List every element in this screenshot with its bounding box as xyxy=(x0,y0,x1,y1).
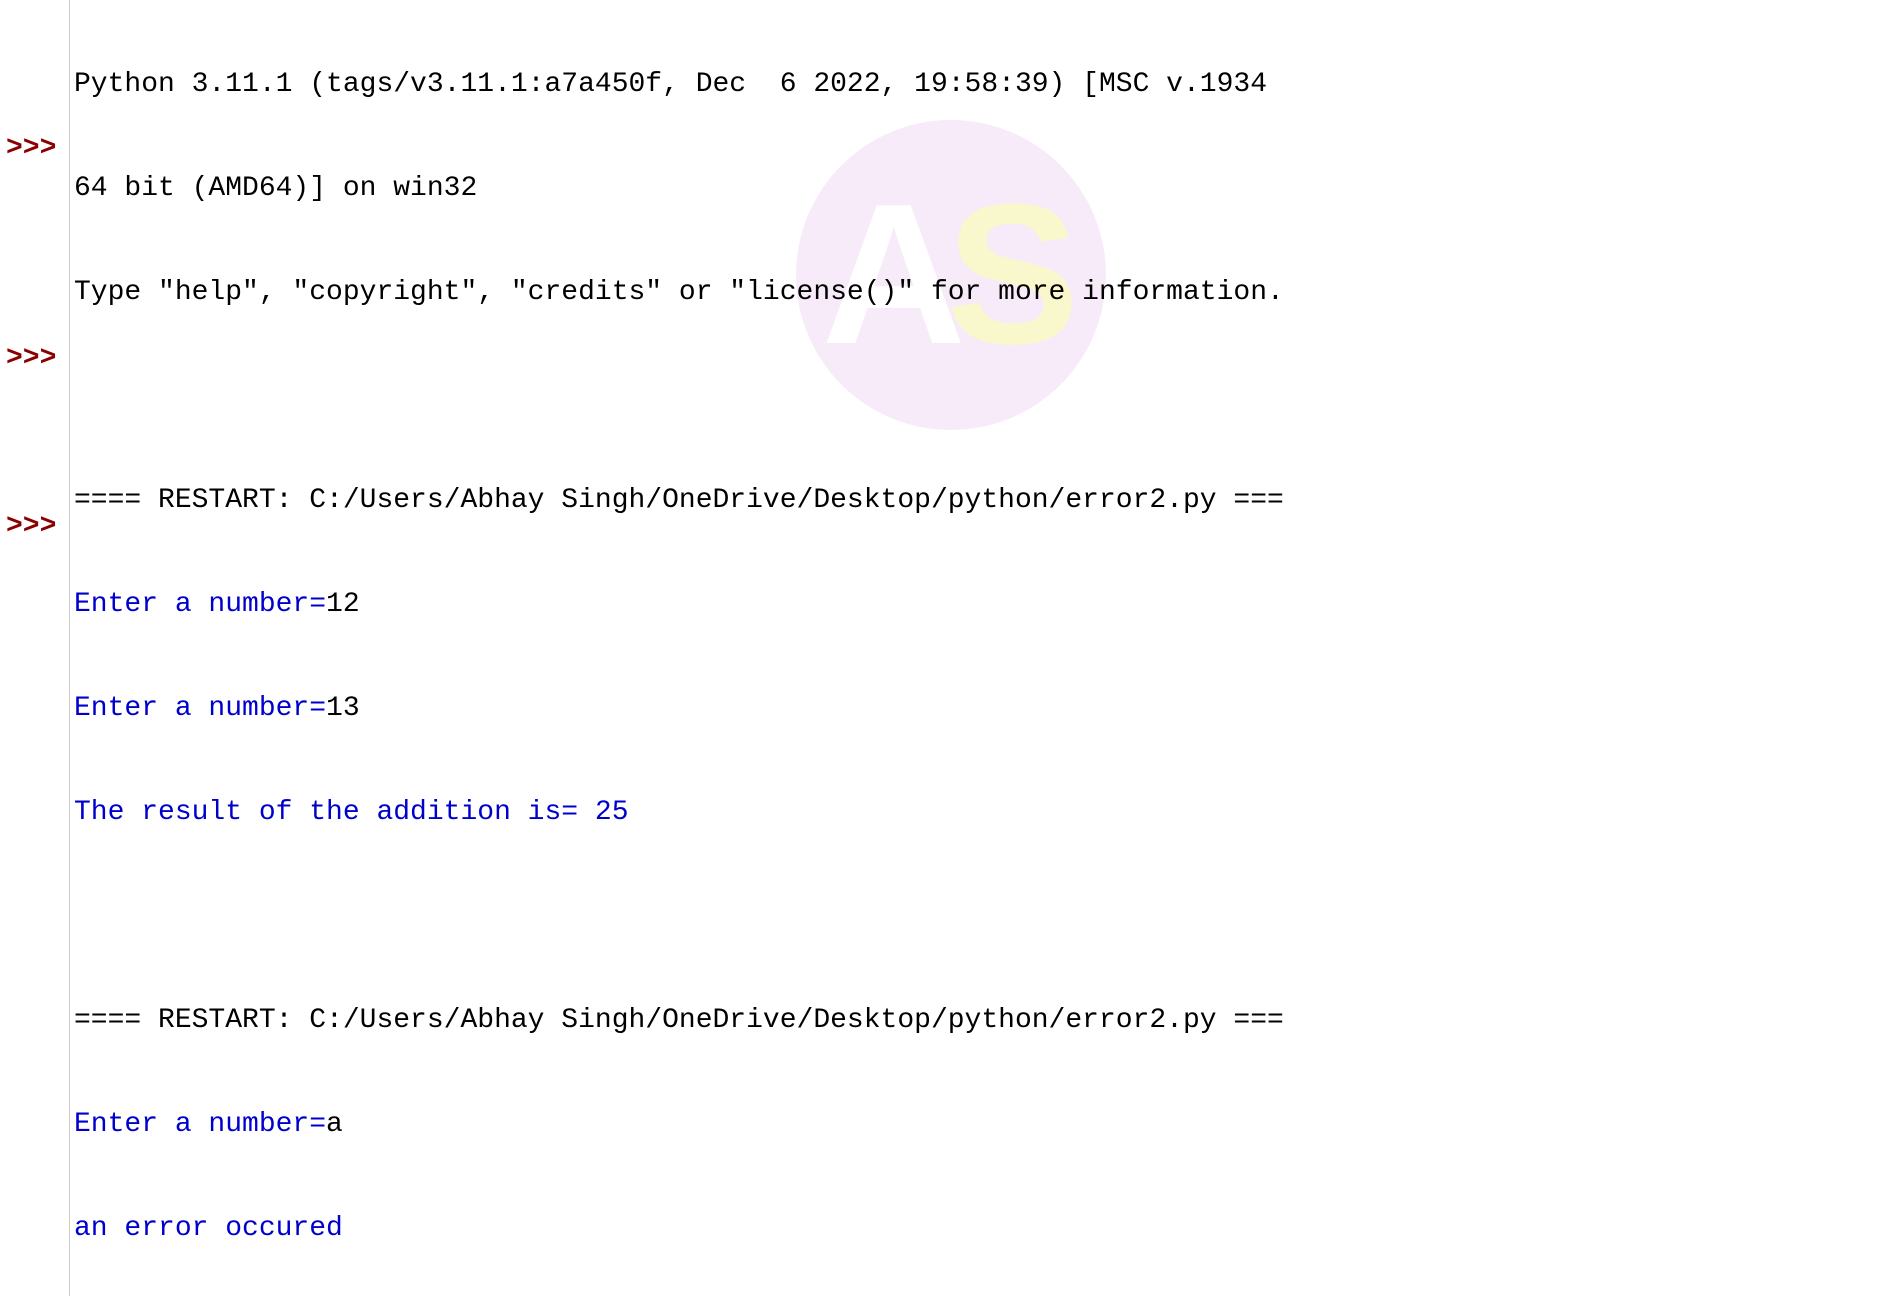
restart-line: ==== RESTART: C:/Users/Abhay Singh/OneDr… xyxy=(74,480,1901,522)
prompt-gutter: >>> >>> >>> xyxy=(0,0,70,1296)
gutter-blank xyxy=(0,44,69,86)
gutter-blank xyxy=(0,380,69,422)
gutter-blank xyxy=(0,422,69,464)
idle-shell[interactable]: >>> >>> >>> Python 3.11.1 (tags/v3.11.1:… xyxy=(0,0,1901,1296)
gutter-blank xyxy=(0,296,69,338)
banner-line: Python 3.11.1 (tags/v3.11.1:a7a450f, Dec… xyxy=(74,64,1901,106)
error-line: an error occured xyxy=(74,1208,1901,1250)
gutter-blank xyxy=(0,86,69,128)
prompt-marker: >>> xyxy=(0,338,69,380)
gutter-blank xyxy=(0,170,69,212)
gutter-blank xyxy=(0,254,69,296)
blank-line xyxy=(74,376,1901,418)
gutter-blank xyxy=(0,2,69,44)
gutter-blank xyxy=(0,464,69,506)
input-prompt: Enter a number= xyxy=(74,693,326,724)
prompt-marker: >>> xyxy=(0,128,69,170)
input-prompt: Enter a number= xyxy=(74,589,326,620)
input-line: Enter a number=13 xyxy=(74,688,1901,730)
output-line: The result of the addition is= 25 xyxy=(74,792,1901,834)
restart-line: ==== RESTART: C:/Users/Abhay Singh/OneDr… xyxy=(74,1000,1901,1042)
banner-line: Type "help", "copyright", "credits" or "… xyxy=(74,272,1901,314)
banner-line: 64 bit (AMD64)] on win32 xyxy=(74,168,1901,210)
gutter-blank xyxy=(0,212,69,254)
input-line: Enter a number=12 xyxy=(74,584,1901,626)
prompt-marker: >>> xyxy=(0,506,69,548)
input-prompt: Enter a number= xyxy=(74,1109,326,1140)
blank-line xyxy=(74,896,1901,938)
input-value: 12 xyxy=(326,589,360,620)
shell-output[interactable]: Python 3.11.1 (tags/v3.11.1:a7a450f, Dec… xyxy=(70,0,1901,1296)
input-value: 13 xyxy=(326,693,360,724)
input-line: Enter a number=a xyxy=(74,1104,1901,1146)
input-value: a xyxy=(326,1109,343,1140)
